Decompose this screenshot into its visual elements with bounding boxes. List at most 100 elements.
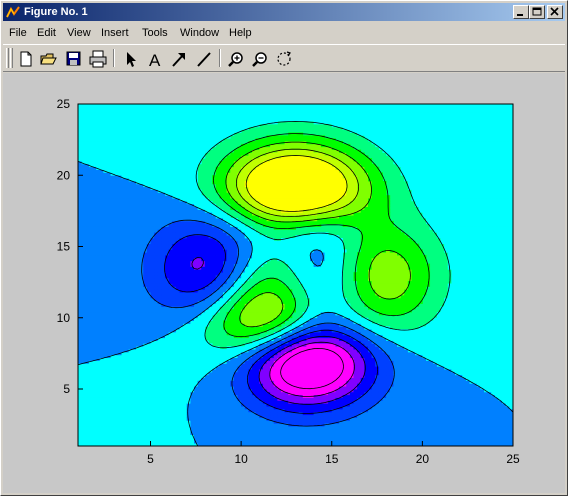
minimize-button[interactable]	[513, 5, 529, 19]
contour-cell	[92, 320, 97, 324]
contour-cell	[110, 252, 115, 256]
contour-cell	[117, 312, 122, 316]
contour-cell	[103, 212, 108, 216]
contour-cell	[150, 200, 155, 205]
contour-cell	[146, 357, 151, 361]
contour-cell	[128, 329, 133, 333]
contour-cell	[139, 180, 144, 185]
new-figure-button[interactable]	[15, 48, 37, 70]
contour-cell	[139, 420, 144, 424]
contour-cell	[139, 126, 144, 131]
contour-cell	[201, 426, 206, 430]
contour-cell	[168, 172, 173, 176]
contour-cell	[194, 240, 199, 245]
contour-cell	[179, 183, 184, 188]
contour-cell	[78, 138, 83, 142]
maximize-button[interactable]	[529, 5, 545, 19]
insert-text-button[interactable]: A	[144, 48, 166, 70]
edit-plot-button[interactable]	[119, 48, 141, 70]
open-file-button[interactable]	[38, 48, 60, 70]
close-button[interactable]	[547, 5, 563, 19]
contour-cell	[139, 386, 144, 390]
toolbar-grip[interactable]	[10, 48, 13, 68]
save-figure-button[interactable]	[63, 48, 85, 70]
contour-cell	[204, 106, 209, 111]
contour-cell	[121, 323, 126, 327]
menu-file[interactable]: File	[9, 26, 27, 40]
contour-cell	[121, 203, 126, 207]
contour-cell	[139, 223, 144, 227]
contour-cell	[88, 317, 93, 321]
title-bar[interactable]: Figure No. 1	[3, 3, 565, 21]
contour-cell	[183, 192, 188, 196]
contour-cell	[172, 141, 177, 145]
contour-cell	[143, 186, 148, 190]
contour-cell	[128, 340, 133, 344]
contour-cell	[175, 369, 180, 373]
contour-cell	[117, 260, 122, 264]
contour-cell	[183, 314, 188, 319]
contour-cell	[99, 112, 104, 116]
contour-cell	[161, 175, 166, 179]
contour-cell	[85, 229, 90, 233]
contour-cell	[114, 269, 119, 273]
contour-cell	[172, 360, 177, 364]
zoom-out-button[interactable]	[249, 48, 271, 70]
contour-cell	[168, 266, 173, 270]
contour-cell	[117, 269, 122, 273]
contour-cell	[190, 129, 195, 133]
contour-cell	[179, 391, 184, 396]
menu-help[interactable]: Help	[229, 26, 252, 40]
contour-cell	[103, 394, 108, 398]
contour-cell	[81, 178, 86, 182]
insert-arrow-button[interactable]	[168, 48, 190, 70]
contour-cell	[136, 220, 141, 225]
contour-cell	[125, 229, 130, 233]
insert-line-button[interactable]	[193, 48, 215, 70]
contour-cell	[219, 178, 224, 182]
contour-cell	[172, 232, 177, 236]
contour-cell	[103, 397, 108, 401]
contour-cell	[150, 152, 155, 156]
contour-cell	[92, 297, 97, 302]
rotate-3d-button[interactable]	[273, 48, 295, 70]
print-figure-button[interactable]	[87, 48, 109, 70]
contour-cell	[223, 266, 228, 270]
contour-cell	[226, 257, 231, 262]
contour-cell	[103, 269, 108, 273]
contour-cell	[175, 269, 180, 273]
contour-cell	[114, 126, 119, 131]
contour-cell	[114, 294, 119, 299]
toolbar-grip[interactable]	[6, 48, 9, 68]
menu-view[interactable]: View	[67, 26, 91, 40]
contour-cell	[223, 269, 228, 273]
contour-cell	[99, 346, 104, 350]
menu-edit[interactable]: Edit	[37, 26, 56, 40]
contour-plot[interactable]: 5 10 15 20 25510152025	[3, 73, 565, 493]
contour-cell	[186, 391, 191, 396]
menu-insert[interactable]: Insert	[101, 26, 129, 40]
menu-window[interactable]: Window	[180, 26, 219, 40]
matlab-figure-icon[interactable]	[6, 5, 20, 19]
contour-cell	[183, 260, 188, 264]
contour-cell	[201, 135, 206, 139]
contour-cell	[139, 203, 144, 207]
contour-cell	[179, 203, 184, 207]
contour-cell	[183, 286, 188, 290]
contour-cell	[186, 149, 191, 153]
contour-cell	[110, 266, 115, 270]
contour-cell	[223, 235, 228, 239]
contour-cell	[128, 209, 133, 213]
contour-cell	[103, 406, 108, 410]
menu-tools[interactable]: Tools	[142, 26, 168, 40]
contour-cell	[161, 246, 166, 250]
contour-cell	[230, 423, 235, 427]
contour-cell	[212, 132, 217, 136]
contour-cell	[110, 183, 115, 188]
zoom-in-button[interactable]	[225, 48, 247, 70]
contour-cell	[172, 209, 177, 213]
contour-cell	[186, 294, 191, 299]
contour-cell	[99, 266, 104, 270]
contour-cell	[226, 109, 231, 113]
contour-cell	[172, 260, 177, 264]
